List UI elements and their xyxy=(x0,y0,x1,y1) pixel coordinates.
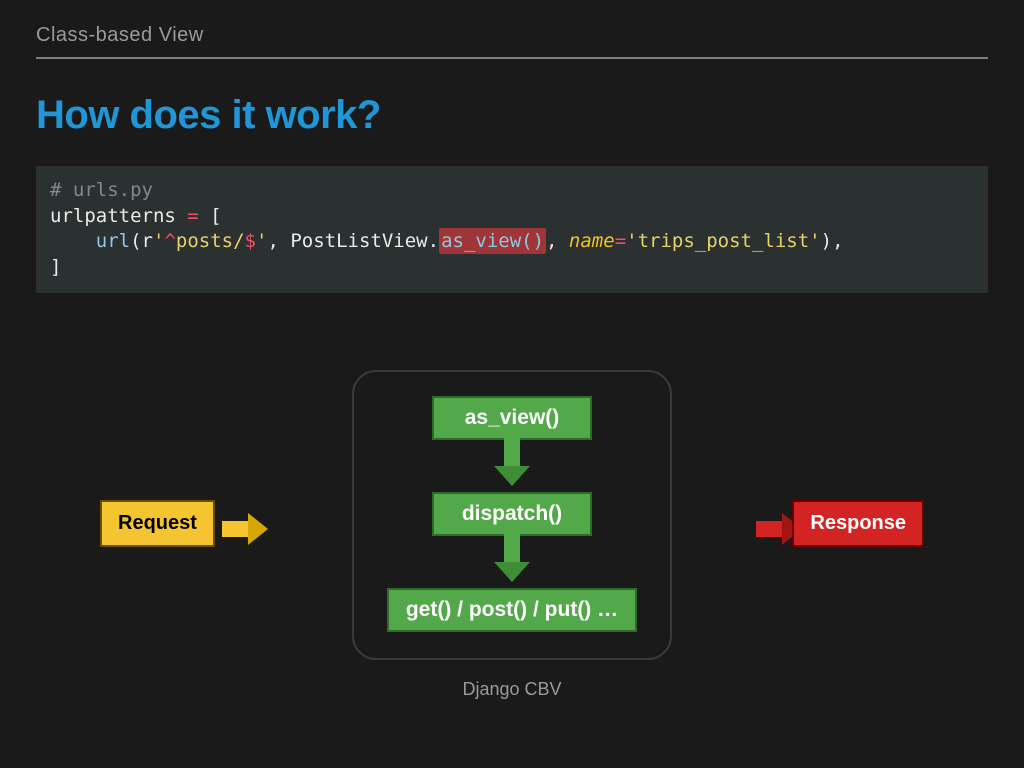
flow-step-methods: get() / post() / put() … xyxy=(387,588,637,632)
code-r-prefix: r xyxy=(142,230,153,252)
code-regex-caret: ^ xyxy=(164,230,175,252)
arrow-down-stem xyxy=(504,534,520,562)
code-comment: # urls.py xyxy=(50,179,153,201)
flow-container-label: Django CBV xyxy=(462,679,561,700)
code-dot: . xyxy=(428,230,439,252)
code-regex-dollar: $ xyxy=(245,230,256,252)
code-name-kw: name xyxy=(569,230,615,252)
slide: Class-based View How does it work? # url… xyxy=(0,0,1024,768)
response-box: Response xyxy=(792,500,924,547)
code-url-fn: url xyxy=(96,230,130,252)
slide-title: How does it work? xyxy=(36,93,988,138)
code-block: # urls.py urlpatterns = [ url(r'^posts/$… xyxy=(36,166,988,293)
code-regex-close: ' xyxy=(256,230,267,252)
code-lbracket: [ xyxy=(210,205,221,227)
arrow-down-icon xyxy=(494,562,530,582)
code-eq: = xyxy=(176,205,210,227)
code-name-eq: = xyxy=(615,230,626,252)
arrow-down-stem xyxy=(504,438,520,466)
header-rule xyxy=(36,57,988,59)
code-indent xyxy=(50,230,96,252)
code-rbracket: ] xyxy=(50,256,61,278)
flow-step-as-view: as_view() xyxy=(432,396,592,440)
arrow-stem xyxy=(756,521,782,537)
code-name-val: 'trips_post_list' xyxy=(626,230,820,252)
arrow-down-icon xyxy=(494,466,530,486)
code-as-view-highlight: as_view() xyxy=(439,228,546,254)
section-header: Class-based View xyxy=(36,24,988,57)
code-lhs: urlpatterns xyxy=(50,205,176,227)
flow-step-dispatch: dispatch() xyxy=(432,492,592,536)
code-view-cls: PostListView xyxy=(290,230,427,252)
code-comma1: , xyxy=(267,230,290,252)
code-regex-body: posts/ xyxy=(176,230,245,252)
code-regex-open: ' xyxy=(153,230,164,252)
cbv-container: as_view() dispatch() get() / post() / pu… xyxy=(352,370,672,660)
code-comma2: , xyxy=(546,230,569,252)
code-rparen: ) xyxy=(821,230,832,252)
code-lparen: ( xyxy=(130,230,141,252)
code-trailing-comma: , xyxy=(832,230,843,252)
